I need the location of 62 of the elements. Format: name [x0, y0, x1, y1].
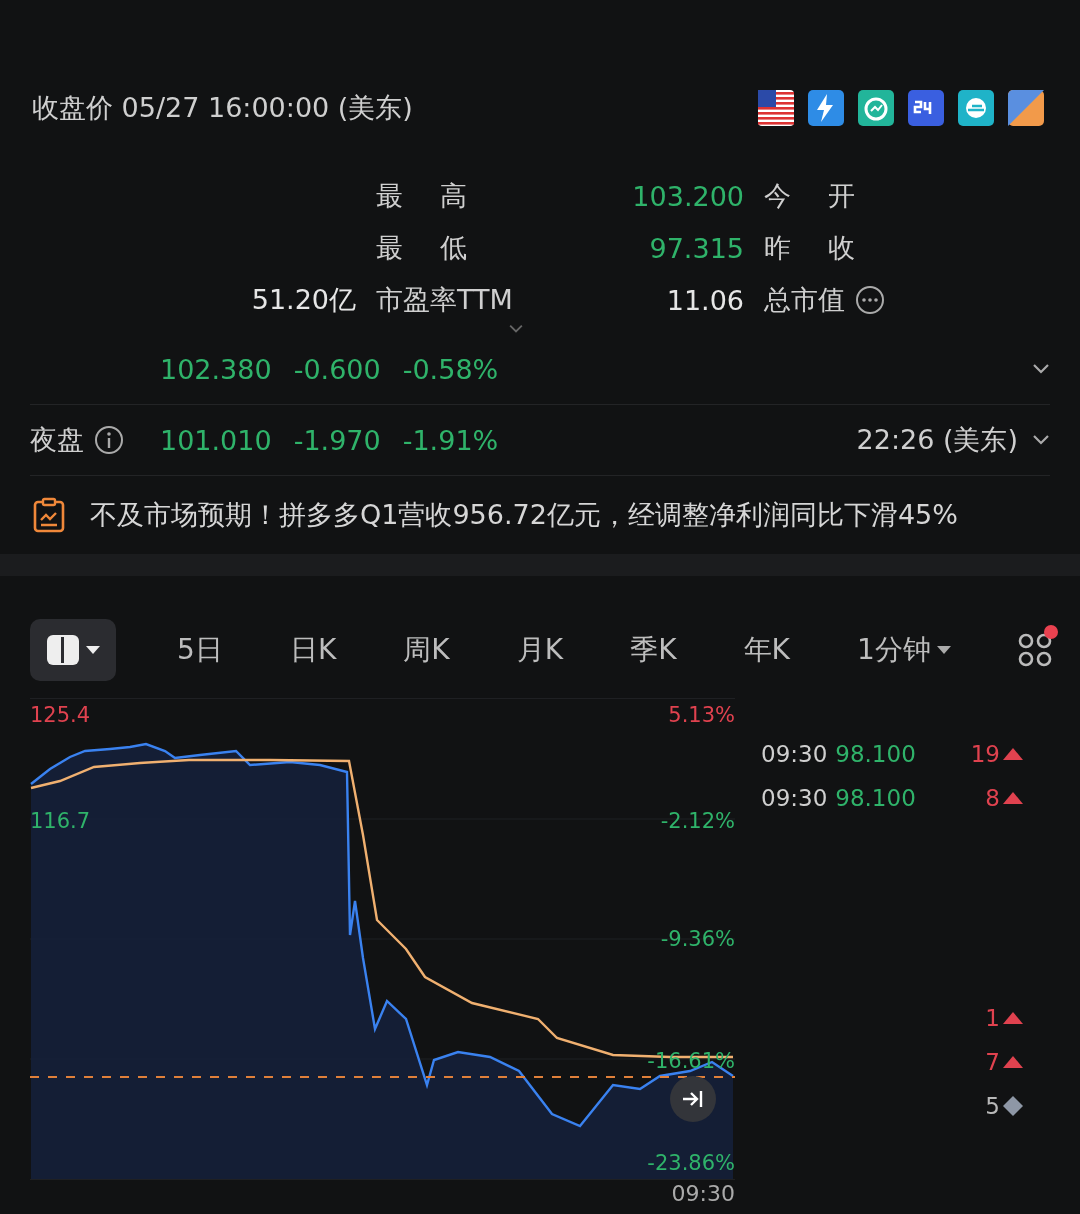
caret-icon [86, 646, 100, 654]
hours-icon[interactable] [908, 90, 944, 126]
trade-volume: 7 [985, 1049, 1000, 1075]
quote-value: -1.970 [293, 424, 381, 456]
stat-label: 最 高 [376, 179, 467, 213]
up-triangle-icon [1003, 1012, 1023, 1024]
up-triangle-icon [1003, 1056, 1023, 1068]
quote-value: -0.58% [402, 353, 499, 385]
axis-label: -9.36% [660, 927, 735, 951]
period-tab[interactable]: 年K [737, 623, 796, 677]
news-headline[interactable]: 不及市场预期！拼多多Q1营收956.72亿元，经调整净利润同比下滑45% [90, 497, 958, 533]
trade-time: 09:30 [761, 741, 828, 767]
trade-price: 98.100 [835, 785, 916, 811]
stat-value: 51.20亿 [251, 283, 356, 317]
time-axis-label: 09:30 [671, 1181, 735, 1206]
trade-volume: 8 [985, 785, 1000, 811]
stat-label: 最 低 [376, 231, 467, 265]
axis-label: 116.7 [30, 809, 91, 833]
stat-label: 市盈率TTM [376, 283, 513, 317]
period-tab[interactable]: 5日 [171, 623, 229, 677]
arrow-to-end-icon [682, 1089, 704, 1109]
report-icon [32, 497, 66, 533]
grid-icon [1017, 633, 1052, 667]
quote-value: -1.91% [402, 424, 499, 456]
stat-label: 昨 收 [764, 231, 855, 265]
flag-icon[interactable] [758, 90, 794, 126]
up-triangle-icon [1003, 792, 1023, 804]
up-triangle-icon [1003, 748, 1023, 760]
session-time: 22:26 (美东) [856, 423, 1018, 457]
split-panel-icon [46, 634, 80, 666]
more-icon[interactable] [855, 285, 885, 315]
period-tab[interactable]: 季K [624, 623, 683, 677]
caret-icon [936, 646, 951, 654]
axis-label: 5.13% [668, 703, 735, 727]
info-icon[interactable] [94, 425, 124, 455]
period-tab[interactable]: 周K [397, 623, 456, 677]
stat-value: 103.200 [632, 180, 744, 212]
diamond-icon [1003, 1096, 1023, 1116]
chevron-down-icon[interactable] [1032, 363, 1050, 375]
stat-label: 总市值 [764, 283, 845, 317]
stat-value: 11.06 [666, 284, 744, 316]
trade-volume: 19 [970, 741, 1000, 767]
session-label: 夜盘 [30, 423, 84, 457]
close-time: 收盘价 05/27 16:00:00 (美东) [32, 91, 413, 125]
interval-dropdown[interactable]: 1分钟 [851, 623, 957, 677]
trade-time: 09:30 [761, 785, 828, 811]
stat-value: 97.315 [649, 232, 744, 264]
quote-value: -0.600 [293, 353, 381, 385]
quote-value: 101.010 [160, 424, 272, 456]
period-tab[interactable]: 日K [283, 623, 343, 677]
chevron-down-icon[interactable] [1032, 434, 1050, 446]
quote-value: 102.380 [160, 353, 272, 385]
trade-volume: 5 [985, 1093, 1000, 1119]
axis-label: -2.12% [660, 809, 735, 833]
axis-label: 125.4 [30, 703, 91, 727]
layout-toggle[interactable] [30, 619, 116, 681]
trade-volume: 1 [985, 1005, 1000, 1031]
axis-label: -23.86% [647, 1151, 735, 1175]
trade-price: 98.100 [835, 741, 916, 767]
period-tab[interactable]: 月K [510, 623, 570, 677]
stat-label: 今 开 [764, 179, 855, 213]
lightning-icon[interactable] [808, 90, 844, 126]
